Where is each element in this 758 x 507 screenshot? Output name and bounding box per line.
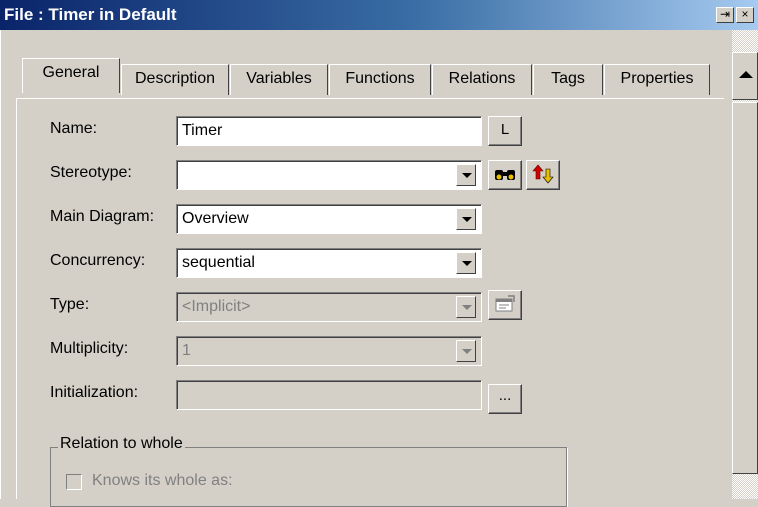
scroll-up-button[interactable] [732, 52, 758, 100]
window-title: File : Timer in Default [4, 5, 177, 24]
type-label: Type: [50, 296, 90, 313]
tab-properties[interactable]: Properties [604, 64, 710, 95]
tab-label: Properties [620, 70, 694, 87]
knows-whole-checkbox [66, 474, 82, 490]
tab-general[interactable]: General [22, 58, 120, 93]
type-dropdown-button [456, 296, 476, 318]
vertical-scrollbar[interactable] [732, 30, 758, 499]
type-properties-icon [488, 290, 522, 320]
initialization-label: Initialization: [50, 384, 139, 401]
relation-to-whole-title: Relation to whole [58, 435, 185, 453]
ellipsis-button[interactable]: ... [488, 384, 522, 414]
tab-variables[interactable]: Variables [230, 64, 328, 95]
multiplicity-label: Multiplicity: [50, 340, 129, 357]
main-diagram-select[interactable]: Overview [176, 204, 482, 234]
concurrency-dropdown-button[interactable] [456, 252, 476, 274]
tab-label: Description [134, 70, 216, 87]
name-input[interactable]: Timer [176, 116, 482, 146]
multiplicity-select: 1 [176, 336, 482, 366]
main-diagram-label: Main Diagram: [50, 208, 155, 225]
l-button[interactable]: L [488, 116, 522, 146]
stereotype-arrows-icon[interactable] [526, 160, 560, 190]
stereotype-label: Stereotype: [50, 164, 132, 181]
binoculars-icon[interactable] [488, 160, 522, 190]
main-diagram-dropdown-button[interactable] [456, 208, 476, 230]
pin-icon[interactable]: ⇥ [716, 7, 734, 23]
tab-label: Variables [246, 70, 312, 87]
close-icon[interactable]: × [736, 7, 754, 23]
window-title-bar: File : Timer in Default [0, 0, 758, 30]
initialization-input [176, 380, 482, 410]
knows-whole-label: Knows its whole as: [92, 472, 233, 489]
multiplicity-dropdown-button [456, 340, 476, 362]
stereotype-select[interactable] [176, 160, 482, 190]
concurrency-select[interactable]: sequential [176, 248, 482, 278]
tab-description[interactable]: Description [121, 64, 229, 95]
tab-label: Functions [345, 70, 415, 87]
concurrency-label: Concurrency: [50, 252, 146, 269]
tab-label: Relations [448, 70, 516, 87]
tab-functions[interactable]: Functions [329, 64, 431, 95]
type-select: <Implicit> [176, 292, 482, 322]
tab-label: Tags [551, 70, 585, 87]
scrollbar-thumb[interactable] [732, 102, 758, 474]
tab-label: General [42, 64, 100, 81]
name-label: Name: [50, 120, 98, 137]
tab-relations[interactable]: Relations [432, 64, 532, 95]
stereotype-dropdown-button[interactable] [456, 164, 476, 186]
tab-tags[interactable]: Tags [533, 64, 603, 95]
